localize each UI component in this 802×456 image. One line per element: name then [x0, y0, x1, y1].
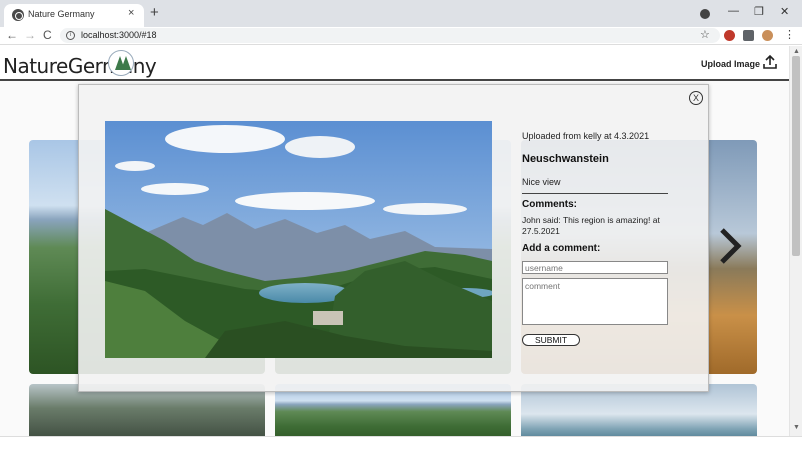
modal-close-button[interactable]: X — [689, 91, 703, 105]
add-comment-heading: Add a comment: — [522, 243, 601, 254]
minimize-button[interactable]: — — [728, 5, 739, 17]
image-description: Nice view — [522, 177, 561, 187]
info-icon[interactable]: i — [66, 31, 75, 40]
site-header: NatureGermany Upload Image — [0, 46, 789, 81]
username-input[interactable] — [522, 261, 668, 274]
tree-logo-icon — [108, 50, 134, 76]
browser-tab[interactable]: Nature Germany × — [4, 4, 144, 27]
extension-icon[interactable] — [724, 30, 735, 41]
forward-button[interactable]: → — [24, 28, 36, 43]
browser-toolbar: ← → C i localhost:3000/#18 ☆ ⋮ — [0, 27, 802, 45]
media-record-icon[interactable] — [700, 9, 710, 19]
restore-button[interactable]: ❐ — [754, 5, 764, 18]
tab-title: Nature Germany — [28, 9, 95, 19]
scroll-thumb[interactable] — [792, 56, 800, 256]
tab-close-icon[interactable]: × — [128, 7, 134, 19]
image-title: Neuschwanstein — [522, 153, 609, 165]
submit-button[interactable]: SUBMIT — [522, 334, 580, 346]
page-scrollbar[interactable]: ▲ ▼ — [789, 46, 802, 436]
upload-icon[interactable] — [762, 54, 778, 70]
back-button[interactable]: ← — [6, 28, 18, 43]
profile-avatar[interactable] — [762, 30, 773, 41]
scroll-up-icon[interactable]: ▲ — [793, 48, 800, 55]
address-bar[interactable]: i localhost:3000/#18 — [60, 28, 720, 43]
image-detail-modal: X Uploaded from kelly at 4.3.2021 Neusch… — [78, 84, 709, 392]
globe-icon — [12, 9, 24, 21]
bookmark-star-icon[interactable]: ☆ — [700, 28, 710, 41]
browser-menu-icon[interactable]: ⋮ — [784, 28, 795, 41]
url-text[interactable]: localhost:3000/#18 — [81, 30, 157, 40]
upload-image-button[interactable]: Upload Image — [701, 59, 760, 69]
new-tab-button[interactable]: + — [150, 5, 159, 20]
divider — [522, 193, 668, 194]
comment-input[interactable] — [522, 278, 668, 325]
browser-tab-bar: Nature Germany × + — ❐ ✕ — [0, 0, 802, 27]
upload-info: Uploaded from kelly at 4.3.2021 — [522, 131, 650, 141]
comments-heading: Comments: — [522, 199, 578, 210]
modal-photo — [105, 121, 492, 358]
scroll-down-icon[interactable]: ▼ — [793, 424, 800, 431]
window-close-button[interactable]: ✕ — [780, 5, 789, 18]
bottom-bar — [0, 436, 802, 456]
next-arrow-icon[interactable] — [718, 226, 742, 266]
page-content: NatureGermany Upload Image X Uploaded fr… — [0, 46, 789, 436]
comment-item: John said: This region is amazing! at 27… — [522, 215, 660, 236]
reload-button[interactable]: C — [43, 28, 52, 43]
puzzle-extensions-icon[interactable] — [743, 30, 754, 41]
